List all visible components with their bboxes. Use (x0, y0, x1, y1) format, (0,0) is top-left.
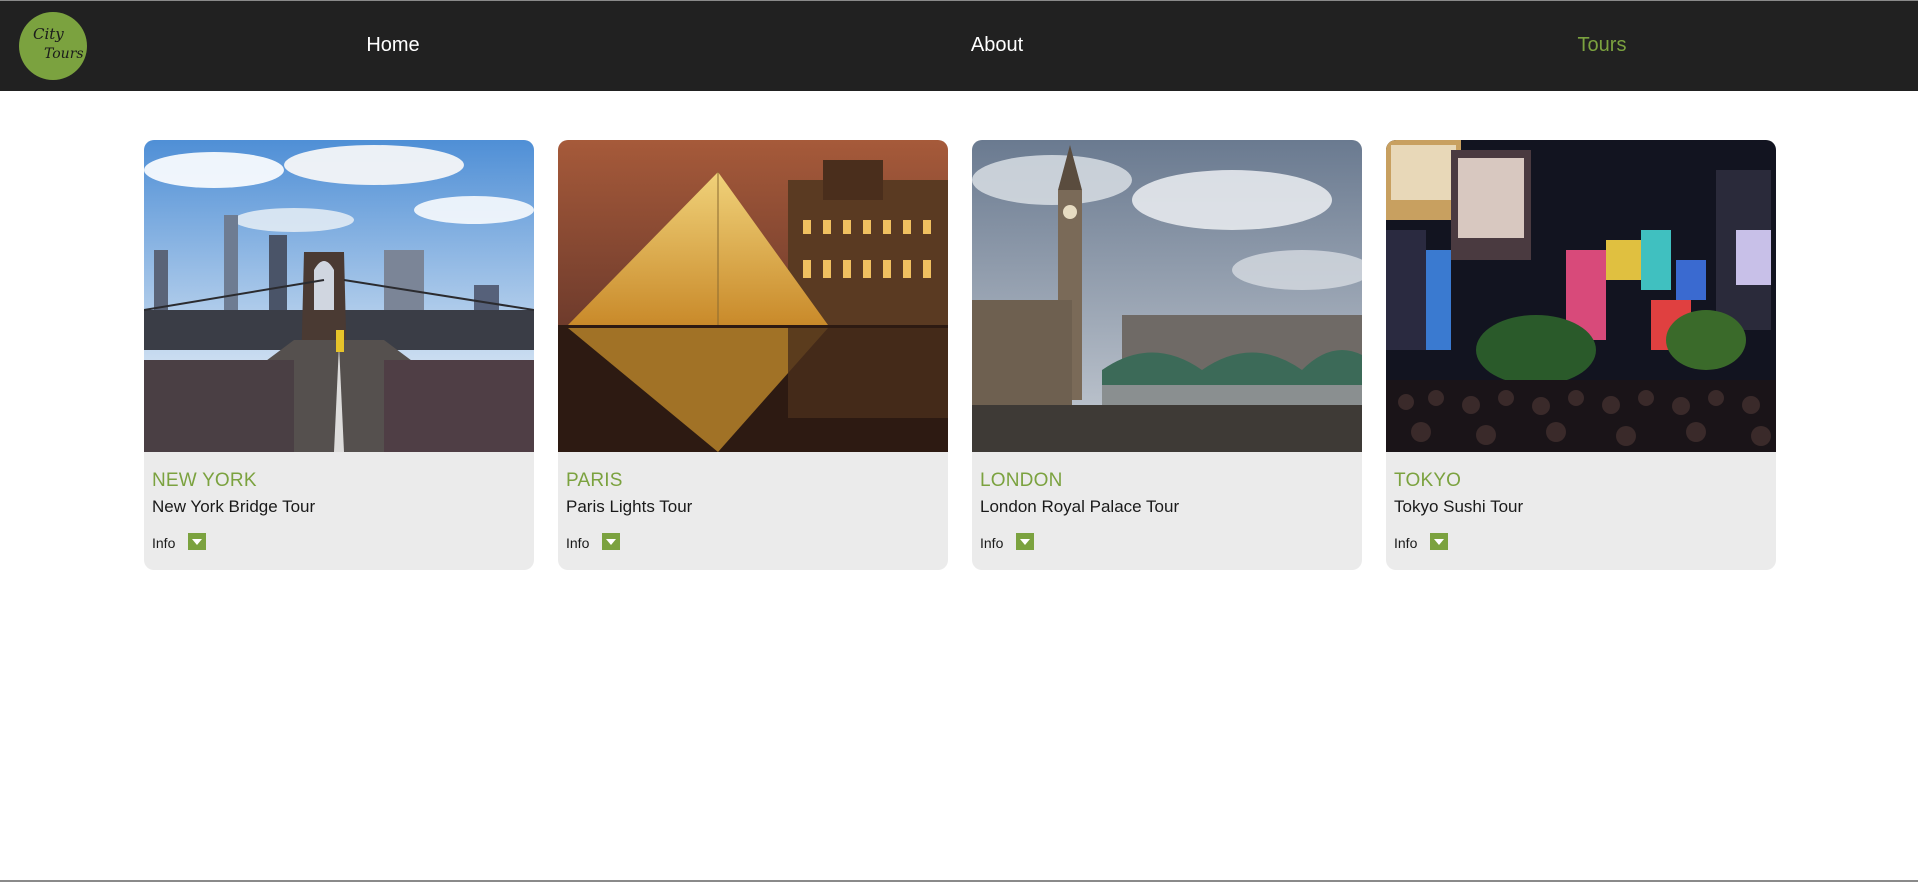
tour-card-tokyo: TOKYO Tokyo Sushi Tour Info (1386, 140, 1776, 570)
tour-title: Tokyo Sushi Tour (1394, 497, 1524, 516)
info-label: Info (1394, 535, 1418, 551)
caret-down-icon[interactable] (602, 533, 620, 550)
tour-card-new-york: NEW YORK New York Bridge Tour Info (144, 140, 534, 570)
logo-text-line2: Tours (44, 46, 84, 62)
tokyo-photo[interactable] (1386, 140, 1776, 452)
caret-down-icon[interactable] (1430, 533, 1448, 550)
tour-city-name: NEW YORK (152, 470, 257, 491)
tokyo-shibuya-image (1386, 140, 1776, 452)
tour-city-name: PARIS (566, 470, 623, 491)
london-big-ben-image (972, 140, 1362, 452)
caret-down-icon[interactable] (188, 533, 206, 550)
caret-down-icon[interactable] (1016, 533, 1034, 550)
paris-photo[interactable] (558, 140, 948, 452)
info-label: Info (980, 535, 1004, 551)
tour-city-name: TOKYO (1394, 470, 1462, 491)
tour-title: Paris Lights Tour (566, 497, 693, 516)
info-label: Info (152, 535, 176, 551)
new-york-photo[interactable] (144, 140, 534, 452)
navbar: City Tours Home About Tours (0, 1, 1918, 91)
info-label: Info (566, 535, 590, 551)
nav-tours-link[interactable]: Tours (1578, 34, 1627, 57)
city-tours-logo[interactable]: City Tours (19, 12, 87, 80)
tour-title: London Royal Palace Tour (980, 497, 1180, 516)
logo-text-line1: City (33, 25, 64, 43)
paris-louvre-image (558, 140, 948, 452)
nav-about-link[interactable]: About (971, 34, 1023, 57)
london-photo[interactable] (972, 140, 1362, 452)
tour-card-paris: PARIS Paris Lights Tour Info (558, 140, 948, 570)
tour-title: New York Bridge Tour (152, 497, 316, 516)
tour-card-london: LONDON London Royal Palace Tour Info (972, 140, 1362, 570)
new-york-bridge-image (144, 140, 534, 452)
tour-city-name: LONDON (980, 470, 1063, 491)
nav-home-link[interactable]: Home (366, 34, 419, 57)
